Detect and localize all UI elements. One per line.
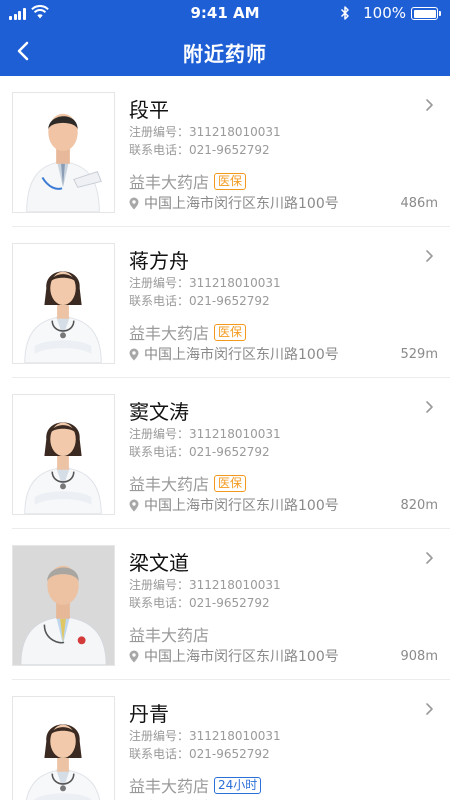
- female-pharmacist-illustration: [25, 724, 101, 800]
- store-badge: 医保: [214, 323, 247, 341]
- pharmacist-card[interactable]: 丹青 注册编号：311218010031 联系电话：021-9652792 益丰…: [0, 680, 450, 800]
- pharmacist-card[interactable]: 梁文道 注册编号：311218010031 联系电话：021-9652792 益…: [0, 529, 450, 680]
- pharmacist-name: 段平: [129, 98, 169, 122]
- store-row: 益丰大药店 24小时: [129, 774, 262, 796]
- chevron-right-icon: [426, 703, 433, 715]
- contact-phone: 联系电话：021-9652792: [129, 747, 270, 761]
- pharmacist-name: 窦文涛: [129, 400, 189, 424]
- pharmacist-name: 丹青: [129, 702, 169, 726]
- store-row: 益丰大药店 医保: [129, 170, 247, 192]
- bluetooth-icon: [340, 6, 349, 20]
- senior-pharmacist-illustration: [13, 546, 114, 665]
- store-address: 中国上海市闵行区东川路100号: [144, 649, 339, 665]
- store-row: 益丰大药店 医保: [129, 472, 247, 494]
- location-pin-icon: [129, 197, 139, 209]
- pharmacist-card[interactable]: 蒋方舟 注册编号：311218010031 联系电话：021-9652792 益…: [0, 227, 450, 378]
- store-row: 益丰大药店 医保: [129, 321, 247, 343]
- store-row: 益丰大药店: [129, 623, 209, 645]
- store-badge: 医保: [214, 474, 247, 492]
- chevron-right-icon: [426, 401, 433, 413]
- registration-number: 注册编号：311218010031: [129, 578, 281, 592]
- pharmacist-photo: [12, 92, 115, 213]
- status-bar: 9:41 AM 100%: [0, 0, 450, 26]
- registration-number: 注册编号：311218010031: [129, 427, 281, 441]
- contact-phone: 联系电话：021-9652792: [129, 143, 270, 157]
- battery-percent: 100%: [363, 4, 406, 22]
- registration-number: 注册编号：311218010031: [129, 125, 281, 139]
- pharmacist-name: 蒋方舟: [129, 249, 189, 273]
- chevron-right-icon: [426, 99, 433, 111]
- store-badge: 医保: [214, 172, 247, 190]
- distance: 908m: [400, 649, 438, 664]
- address-row: 中国上海市闵行区东川路100号: [129, 194, 339, 212]
- address-row: 中国上海市闵行区东川路100号: [129, 496, 339, 514]
- store-address: 中国上海市闵行区东川路100号: [144, 498, 339, 514]
- location-pin-icon: [129, 650, 139, 662]
- female-pharmacist-illustration: [24, 271, 102, 363]
- battery-icon: [411, 7, 441, 20]
- registration-number: 注册编号：311218010031: [129, 276, 281, 290]
- distance: 486m: [400, 196, 438, 211]
- contact-phone: 联系电话：021-9652792: [129, 596, 270, 610]
- pharmacist-photo: [12, 545, 115, 666]
- pharmacist-photo: [12, 243, 115, 364]
- app-header: 9:41 AM 100% 附近药师: [0, 0, 450, 76]
- store-name: 益丰大药店: [129, 173, 210, 192]
- location-pin-icon: [129, 499, 139, 511]
- distance: 529m: [400, 347, 438, 362]
- female-pharmacist-illustration: [24, 422, 102, 514]
- store-address: 中国上海市闵行区东川路100号: [144, 196, 339, 212]
- store-name: 益丰大药店: [129, 475, 210, 494]
- pharmacist-card[interactable]: 窦文涛 注册编号：311218010031 联系电话：021-9652792 益…: [0, 378, 450, 529]
- contact-phone: 联系电话：021-9652792: [129, 294, 270, 308]
- store-address: 中国上海市闵行区东川路100号: [144, 347, 339, 363]
- location-pin-icon: [129, 348, 139, 360]
- store-name: 益丰大药店: [129, 324, 210, 343]
- chevron-right-icon: [426, 552, 433, 564]
- page-title: 附近药师: [183, 42, 267, 66]
- chevron-right-icon: [426, 250, 433, 262]
- pharmacist-name: 梁文道: [129, 551, 189, 575]
- address-row: 中国上海市闵行区东川路100号: [129, 647, 339, 665]
- pharmacist-card[interactable]: 段平 注册编号：311218010031 联系电话：021-9652792 益丰…: [0, 76, 450, 227]
- male-pharmacist-illustration: [26, 113, 102, 212]
- address-row: 中国上海市闵行区东川路100号: [129, 345, 339, 363]
- distance: 820m: [400, 498, 438, 513]
- contact-phone: 联系电话：021-9652792: [129, 445, 270, 459]
- pharmacist-photo: [12, 696, 115, 800]
- store-name: 益丰大药店: [129, 777, 210, 796]
- store-badge: 24小时: [214, 776, 262, 794]
- store-name: 益丰大药店: [129, 626, 210, 645]
- registration-number: 注册编号：311218010031: [129, 729, 281, 743]
- pharmacist-photo: [12, 394, 115, 515]
